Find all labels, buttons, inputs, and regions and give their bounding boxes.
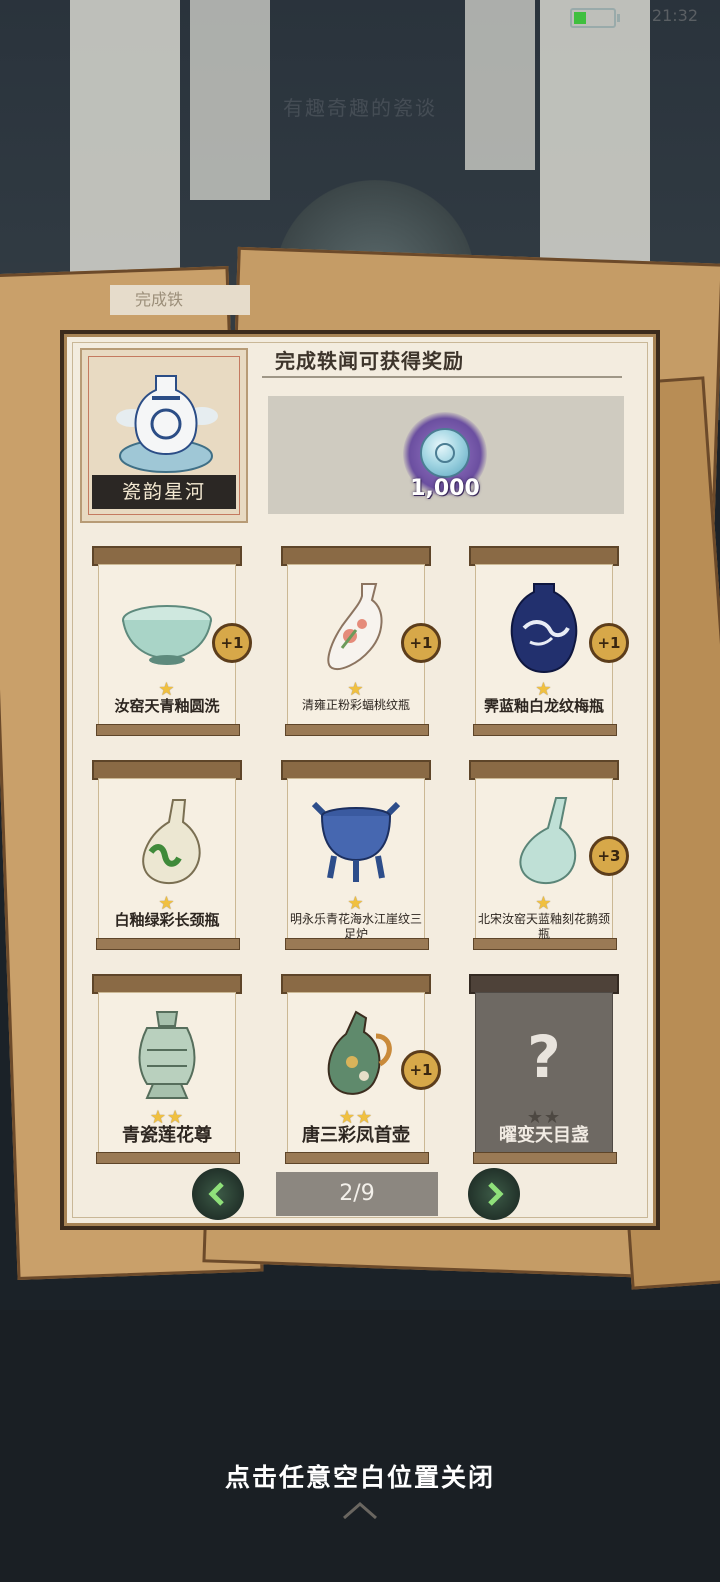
green-splash-vase-icon xyxy=(142,799,201,885)
next-page-button[interactable] xyxy=(468,1168,520,1220)
battery-level xyxy=(574,12,586,24)
star-rating: ★ xyxy=(347,679,365,700)
item-name: 明永乐青花海水江崖纹三足炉 xyxy=(289,912,422,941)
reward-amount: 1,000 xyxy=(410,476,480,501)
item-name: 霁蓝釉白龙纹梅瓶 xyxy=(483,697,604,715)
divider xyxy=(262,376,622,378)
phoenix-ewer-icon xyxy=(327,1010,392,1095)
lotus-zun-icon xyxy=(138,1011,196,1099)
close-hint: 点击任意空白位置关闭 xyxy=(224,1463,495,1492)
background-pillar xyxy=(540,0,650,300)
item-name: 北宋汝窑天蓝釉刻花鹅颈瓶 xyxy=(477,912,610,941)
collection-card[interactable]: ★★ 青瓷莲花尊 xyxy=(92,974,242,1164)
hint-arrow-icon xyxy=(343,1502,377,1520)
background-title: 有趣奇趣的瓷谈 xyxy=(283,96,437,120)
famille-rose-vase-icon xyxy=(327,583,383,670)
star-rating: ★ xyxy=(347,893,365,914)
featured-vase-icon xyxy=(116,375,218,473)
celadon-bowl-icon xyxy=(122,605,212,665)
item-name: 青瓷莲花尊 xyxy=(122,1125,212,1146)
item-name: 曜变天目盏 xyxy=(499,1125,589,1146)
collection-card[interactable]: ★ 白釉绿彩长颈瓶 xyxy=(92,760,242,950)
celadon-goose-neck-vase-icon xyxy=(519,797,577,885)
count-badge: +1 xyxy=(401,623,441,663)
background-bottom[interactable] xyxy=(0,1310,720,1582)
orb-currency-icon[interactable] xyxy=(420,428,470,478)
prev-page-button[interactable] xyxy=(192,1168,244,1220)
chevron-left-icon xyxy=(208,1182,224,1206)
count-badge: +3 xyxy=(589,836,629,876)
blue-dragon-vase-icon xyxy=(510,583,578,674)
background-pillar xyxy=(465,0,535,170)
count-badge: +1 xyxy=(401,1050,441,1090)
featured-collection: 瓷韵星河 xyxy=(80,348,248,523)
count-badge: +1 xyxy=(212,623,252,663)
count-badge: +1 xyxy=(589,623,629,663)
collection-card[interactable]: ★ 明永乐青花海水江崖纹三足炉 xyxy=(281,760,431,950)
star-rating: ★ xyxy=(535,893,553,914)
back-card-text: 完成铁 xyxy=(110,285,250,315)
item-name: 白釉绿彩长颈瓶 xyxy=(114,911,220,929)
chevron-right-icon xyxy=(488,1182,504,1206)
reward-title: 完成轶闻可获得奖励 xyxy=(275,349,464,373)
item-name: 汝窑天青釉圆洗 xyxy=(114,697,220,715)
featured-label: 瓷韵星河 xyxy=(92,475,236,509)
item-name: 清雍正粉彩蝠桃纹瓶 xyxy=(301,698,410,712)
page-indicator: 2/9 xyxy=(276,1172,438,1216)
censer-icon xyxy=(311,801,401,882)
collection-card-locked[interactable]: ? ★★ 曜变天目盏 xyxy=(469,974,619,1164)
item-name: 唐三彩凤首壶 xyxy=(302,1125,410,1146)
status-time: 21:32 xyxy=(651,6,698,25)
background-pillar xyxy=(70,0,180,310)
question-mark-icon: ? xyxy=(527,1023,561,1091)
battery-icon xyxy=(570,8,620,28)
